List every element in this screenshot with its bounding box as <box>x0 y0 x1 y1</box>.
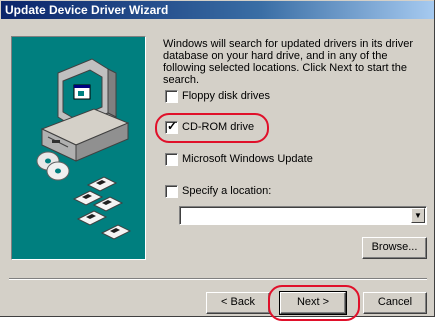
browse-button[interactable]: Browse... <box>362 237 427 259</box>
title-bar: Update Device Driver Wizard <box>1 1 434 19</box>
option-cd-rom-label: CD-ROM drive <box>182 121 255 133</box>
next-button[interactable]: Next > <box>279 291 347 315</box>
checkbox-specify-location[interactable] <box>165 185 178 198</box>
option-windows-update-label: Microsoft Windows Update <box>182 153 313 165</box>
wizard-illustration <box>11 36 146 260</box>
checkbox-windows-update[interactable] <box>165 153 178 166</box>
divider <box>9 278 427 280</box>
checkbox-floppy[interactable] <box>165 90 178 103</box>
back-button[interactable]: < Back <box>206 292 270 314</box>
checkmark-icon: ✓ <box>167 119 178 133</box>
checkbox-cd-rom[interactable]: ✓ <box>165 119 178 134</box>
location-combobox[interactable]: ▼ <box>179 206 427 225</box>
floppy-disk-icon <box>72 176 132 240</box>
option-specify-location-label: Specify a location: <box>182 185 272 197</box>
wizard-description: Windows will search for updated drivers … <box>163 38 414 86</box>
cd-disc-icon <box>36 151 70 181</box>
cancel-button[interactable]: Cancel <box>363 292 427 314</box>
chevron-down-icon[interactable]: ▼ <box>411 208 425 223</box>
option-floppy-label: Floppy disk drives <box>182 90 271 102</box>
window-title: Update Device Driver Wizard <box>5 3 169 17</box>
wizard-window: Update Device Driver Wizard Windows will… <box>0 0 435 321</box>
